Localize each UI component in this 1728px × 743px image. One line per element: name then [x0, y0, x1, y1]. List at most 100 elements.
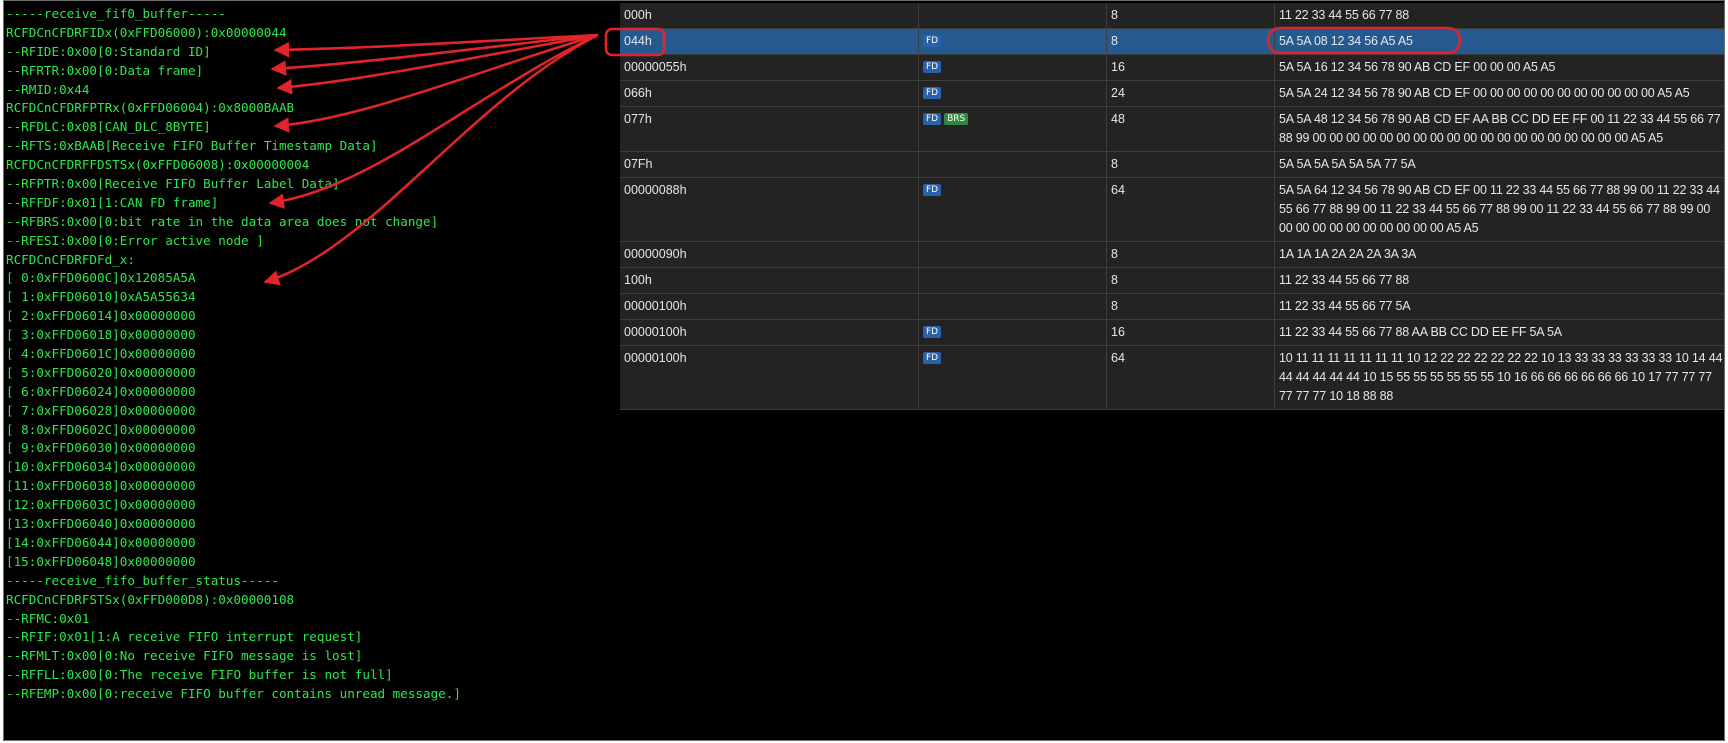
table-row[interactable]: 100h 8 11 22 33 44 55 66 77 88 — [620, 268, 1724, 294]
table-row[interactable]: 00000090h 8 1A 1A 1A 2A 2A 2A 3A 3A — [620, 242, 1724, 268]
message-id-cell: 100h — [620, 268, 919, 293]
console-line: --RFMC:0x01 — [6, 610, 90, 626]
payload-cell: 5A 5A 24 12 34 56 78 90 AB CD EF 00 00 0… — [1279, 86, 1690, 100]
table-row[interactable]: 00000100h FD 64 10 11 11 11 11 11 11 11 10 … — [620, 346, 1724, 410]
message-id-cell: 066h — [620, 81, 919, 106]
table-row[interactable]: 066h FD 24 5A 5A 24 12 34 56 78 90 AB CD EF… — [620, 81, 1724, 107]
frame-type-cell: FD — [919, 346, 1107, 409]
console-line: --RFEMP:0x00[0:receive FIFO buffer conta… — [6, 686, 461, 702]
dlc-cell: 8 — [1107, 268, 1275, 293]
payload-cell: 5A 5A 64 12 34 56 78 90 AB CD EF 00 11 2… — [1279, 183, 1720, 235]
dlc-cell: 16 — [1107, 55, 1275, 80]
console-line: [ 2:0xFFD06014]0x00000000 — [6, 308, 196, 324]
message-id-cell: 077h — [620, 107, 919, 151]
payload-cell: 5A 5A 5A 5A 5A 5A 77 5A — [1279, 157, 1416, 171]
console-line: [ 5:0xFFD06020]0x00000000 — [6, 364, 196, 380]
fd-badge: FD — [923, 326, 942, 338]
frame-type-cell — [919, 152, 1107, 177]
message-id-cell: 00000100h — [620, 320, 919, 345]
message-id-cell: 000h — [620, 3, 919, 28]
dlc-cell: 48 — [1107, 107, 1275, 151]
fd-badge: FD — [923, 113, 942, 125]
dlc-cell: 24 — [1107, 81, 1275, 106]
console-line: --RFFLL:0x00[0:The receive FIFO buffer i… — [6, 667, 393, 683]
can-message-table: 000h 8 11 22 33 44 55 66 77 88 044h FD 8 5A 5… — [620, 3, 1724, 410]
dlc-cell: 8 — [1107, 242, 1275, 267]
console-line: --RFRTR:0x00[0:Data frame] — [6, 62, 204, 78]
app-window: -----receive_fif0_buffer----- RCFDCnCFDRF… — [3, 0, 1725, 741]
table-row[interactable]: 07Fh 8 5A 5A 5A 5A 5A 5A 77 5A — [620, 152, 1724, 178]
console-line: [ 8:0xFFD0602C]0x00000000 — [6, 421, 196, 437]
console-line: --RFESI:0x00[0:Error active node ] — [6, 232, 264, 248]
console-line: [ 6:0xFFD06024]0x00000000 — [6, 383, 196, 399]
table-row[interactable]: 044h FD 8 5A 5A 08 12 34 56 A5 A5 — [620, 29, 1724, 55]
frame-type-cell — [919, 294, 1107, 319]
message-id-cell: 00000088h — [620, 178, 919, 241]
frame-type-cell: FD — [919, 81, 1107, 106]
table-row[interactable]: 00000088h FD 64 5A 5A 64 12 34 56 78 90 AB … — [620, 178, 1724, 242]
payload-cell: 11 22 33 44 55 66 77 5A — [1279, 299, 1411, 313]
console-line: RCFDCnCFDRFFDSTSx(0xFFD06008):0x00000004 — [6, 157, 310, 173]
console-line: RCFDCnCFDRFPTRx(0xFFD06004):0x8000BAAB — [6, 100, 295, 116]
payload-cell: 5A 5A 48 12 34 56 78 90 AB CD EF AA BB C… — [1279, 112, 1721, 145]
console-line: --RFBRS:0x00[0:bit rate in the data area… — [6, 213, 439, 229]
message-id-cell: 00000055h — [620, 55, 919, 80]
table-row[interactable]: 00000055h FD 16 5A 5A 16 12 34 56 78 90 AB … — [620, 55, 1724, 81]
console-line: [13:0xFFD06040]0x00000000 — [6, 516, 196, 532]
console-line: [14:0xFFD06044]0x00000000 — [6, 534, 196, 550]
register-dump-console: -----receive_fif0_buffer----- RCFDCnCFDRF… — [6, 5, 616, 740]
frame-type-cell — [919, 268, 1107, 293]
dlc-cell: 16 — [1107, 320, 1275, 345]
table-row[interactable]: 000h 8 11 22 33 44 55 66 77 88 — [620, 3, 1724, 29]
payload-cell: 5A 5A 08 12 34 56 A5 A5 — [1279, 34, 1413, 48]
frame-type-cell — [919, 3, 1107, 28]
console-line: --RFMLT:0x00[0:No receive FIFO message i… — [6, 648, 363, 664]
message-id-cell: 044h — [620, 29, 919, 54]
fd-badge: FD — [923, 184, 942, 196]
dlc-cell: 64 — [1107, 178, 1275, 241]
message-id-cell: 00000100h — [620, 294, 919, 319]
console-line: [ 9:0xFFD06030]0x00000000 — [6, 440, 196, 456]
frame-type-cell: FD — [919, 55, 1107, 80]
payload-cell: 11 22 33 44 55 66 77 88 — [1279, 273, 1410, 287]
console-line: [10:0xFFD06034]0x00000000 — [6, 459, 196, 475]
console-line: --RFDLC:0x08[CAN_DLC_8BYTE] — [6, 119, 211, 135]
table-row[interactable]: 077h FD BRS 48 5A 5A 48 12 34 56 78 90 AB CD… — [620, 107, 1724, 152]
console-line: [ 7:0xFFD06028]0x00000000 — [6, 402, 196, 418]
console-line: --RFPTR:0x00[Receive FIFO Buffer Label D… — [6, 176, 340, 192]
frame-type-cell: FD — [919, 29, 1107, 54]
fd-badge: FD — [923, 352, 942, 364]
console-line: [ 1:0xFFD06010]0xA5A55634 — [6, 289, 196, 305]
payload-cell: 11 22 33 44 55 66 77 88 AA BB CC DD EE F… — [1279, 325, 1562, 339]
console-line: [11:0xFFD06038]0x00000000 — [6, 478, 196, 494]
frame-type-cell — [919, 242, 1107, 267]
frame-type-cell: FD BRS — [919, 107, 1107, 151]
dlc-cell: 8 — [1107, 29, 1275, 54]
console-line: [15:0xFFD06048]0x00000000 — [6, 553, 196, 569]
console-line: -----receive_fifo_buffer_status----- — [6, 572, 279, 588]
frame-type-cell: FD — [919, 320, 1107, 345]
frame-type-cell: FD — [919, 178, 1107, 241]
fd-badge: FD — [923, 61, 942, 73]
table-row[interactable]: 00000100h FD 16 11 22 33 44 55 66 77 88 AA … — [620, 320, 1724, 346]
console-line: --RMID:0x44 — [6, 81, 90, 97]
console-line: --RFFDF:0x01[1:CAN FD frame] — [6, 194, 219, 210]
console-line: RCFDCnCFDRFSTSx(0xFFD000D8):0x00000108 — [6, 591, 295, 607]
table-row[interactable]: 00000100h 8 11 22 33 44 55 66 77 5A — [620, 294, 1724, 320]
payload-cell: 1A 1A 1A 2A 2A 2A 3A 3A — [1279, 247, 1417, 261]
fd-badge: FD — [923, 87, 942, 99]
console-line: RCFDCnCFDRFIDx(0xFFD06000):0x00000044 — [6, 24, 287, 40]
console-line: [12:0xFFD0603C]0x00000000 — [6, 497, 196, 513]
dlc-cell: 8 — [1107, 152, 1275, 177]
console-line: [ 3:0xFFD06018]0x00000000 — [6, 327, 196, 343]
dlc-cell: 64 — [1107, 346, 1275, 409]
console-line: --RFIF:0x01[1:A receive FIFO interrupt r… — [6, 629, 363, 645]
console-line: RCFDCnCFDRFDFd_x: — [6, 251, 135, 267]
console-line: [ 0:0xFFD0600C]0x12085A5A — [6, 270, 196, 286]
brs-badge: BRS — [944, 113, 969, 125]
dlc-cell: 8 — [1107, 294, 1275, 319]
console-line: -----receive_fif0_buffer----- — [6, 6, 226, 21]
console-line: --RFIDE:0x00[0:Standard ID] — [6, 43, 211, 59]
fd-badge: FD — [923, 35, 942, 47]
console-line: [ 4:0xFFD0601C]0x00000000 — [6, 346, 196, 362]
